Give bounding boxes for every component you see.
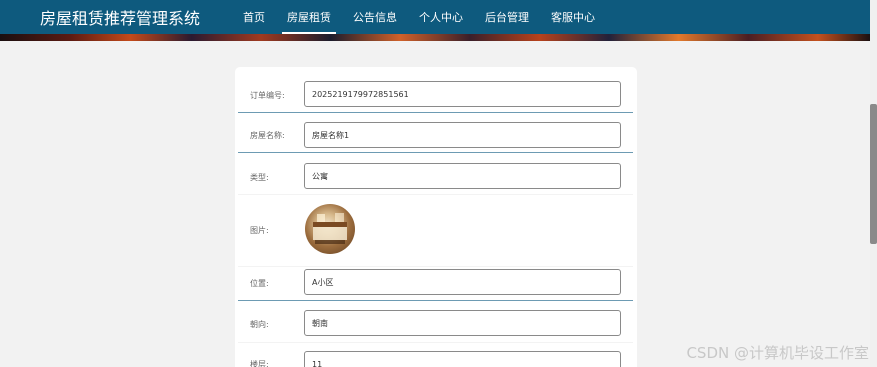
nav-house-rental[interactable]: 房屋租赁	[276, 0, 342, 34]
type-field[interactable]: 公寓	[304, 163, 621, 189]
row-image: 图片:	[238, 197, 633, 267]
app-title: 房屋租赁推荐管理系统	[40, 9, 201, 28]
orientation-label: 朝向:	[250, 320, 269, 329]
nav-personal-center[interactable]: 个人中心	[408, 0, 474, 34]
nav-announcements[interactable]: 公告信息	[342, 0, 408, 34]
type-label: 类型:	[250, 173, 269, 182]
page-scrollbar[interactable]	[870, 0, 877, 367]
main-nav: 首页 房屋租赁 公告信息 个人中心 后台管理 客服中心	[232, 0, 606, 34]
nav-customer-service[interactable]: 客服中心	[540, 0, 606, 34]
house-name-field[interactable]: 房屋名称1	[304, 122, 621, 148]
floor-label: 楼层:	[250, 360, 269, 367]
row-orientation: 朝向: 朝南	[238, 305, 633, 343]
order-detail-card: 订单编号: 2025219179972851561 房屋名称: 房屋名称1 类型…	[235, 67, 637, 367]
house-name-label: 房屋名称:	[250, 131, 285, 140]
row-type: 类型: 公寓	[238, 157, 633, 195]
room-photo-icon	[313, 213, 347, 244]
order-no-field[interactable]: 2025219179972851561	[304, 81, 621, 107]
house-thumbnail[interactable]	[305, 204, 355, 254]
row-order-no: 订单编号: 2025219179972851561	[238, 77, 633, 113]
floor-field[interactable]: 11	[304, 351, 621, 367]
row-location: 位置: A小区	[238, 267, 633, 301]
location-field[interactable]: A小区	[304, 269, 621, 295]
watermark: CSDN @计算机毕设工作室	[686, 344, 869, 362]
location-label: 位置:	[250, 279, 269, 288]
image-label: 图片:	[250, 226, 269, 235]
banner-image	[0, 34, 870, 41]
scrollbar-thumb[interactable]	[870, 104, 877, 244]
row-house-name: 房屋名称: 房屋名称1	[238, 117, 633, 153]
nav-admin[interactable]: 后台管理	[474, 0, 540, 34]
row-floor: 楼层: 11	[238, 345, 633, 367]
order-no-label: 订单编号:	[250, 91, 285, 100]
nav-home[interactable]: 首页	[232, 0, 276, 34]
orientation-field[interactable]: 朝南	[304, 310, 621, 336]
top-navbar: 房屋租赁推荐管理系统 首页 房屋租赁 公告信息 个人中心 后台管理 客服中心	[0, 0, 870, 34]
